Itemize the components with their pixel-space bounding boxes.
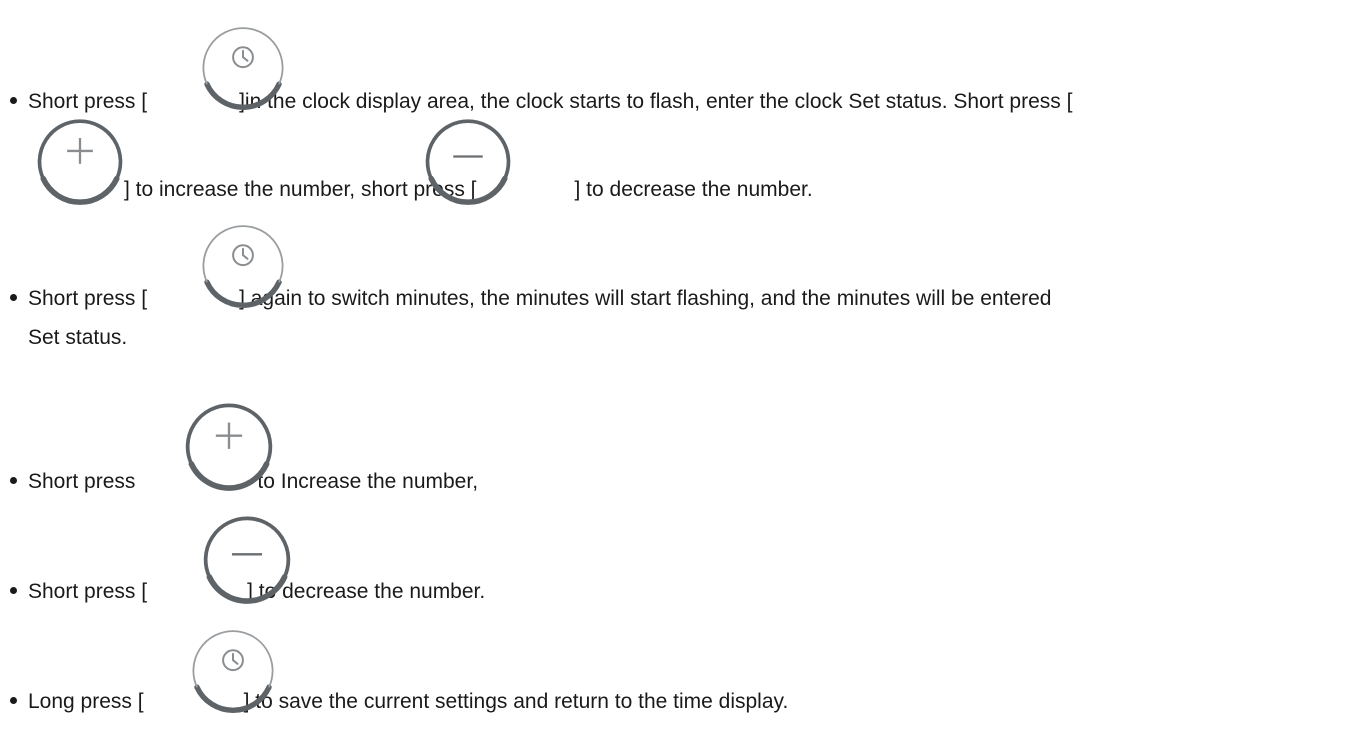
item-3-text-a: Short press bbox=[28, 470, 136, 493]
bullet bbox=[10, 97, 17, 104]
item-1-text-b: ]in the clock display area, the clock st… bbox=[239, 90, 1073, 113]
clock-icon[interactable] bbox=[188, 626, 278, 716]
plus-icon[interactable] bbox=[182, 400, 276, 494]
instruction-item-1-line-1: Short press [ ]in the clock display area,… bbox=[0, 90, 1072, 114]
item-5-text-a: Long press [ bbox=[28, 690, 144, 713]
plus-icon[interactable] bbox=[34, 116, 126, 208]
item-2-text-b: ] again to switch minutes, the minutes w… bbox=[239, 287, 1052, 310]
bullet bbox=[10, 697, 17, 704]
item-2-text-a: Short press [ bbox=[28, 287, 148, 310]
minus-icon[interactable] bbox=[200, 513, 294, 607]
item-2-text-c: Set status. bbox=[28, 326, 128, 349]
bullet bbox=[10, 587, 17, 594]
item-3-text-b: to Increase the number, bbox=[257, 470, 479, 493]
bullet bbox=[10, 477, 17, 484]
instruction-item-2-line-1: Short press [ ] again to switch minutes, … bbox=[0, 287, 1051, 311]
instruction-item-2-line-2: Set status. bbox=[28, 326, 127, 350]
clock-icon[interactable] bbox=[198, 221, 288, 311]
item-5-text-b: ] to save the current settings and retur… bbox=[243, 690, 789, 713]
item-4-text-a: Short press [ bbox=[28, 580, 148, 603]
minus-icon[interactable] bbox=[422, 116, 514, 208]
clock-icon[interactable] bbox=[198, 23, 288, 113]
bullet bbox=[10, 294, 17, 301]
instruction-item-5-line-1: Long press [ ] to save the current settin… bbox=[0, 690, 788, 714]
item-1-text-d: ] to decrease the number. bbox=[574, 178, 813, 201]
item-1-text-a: Short press [ bbox=[28, 90, 148, 113]
